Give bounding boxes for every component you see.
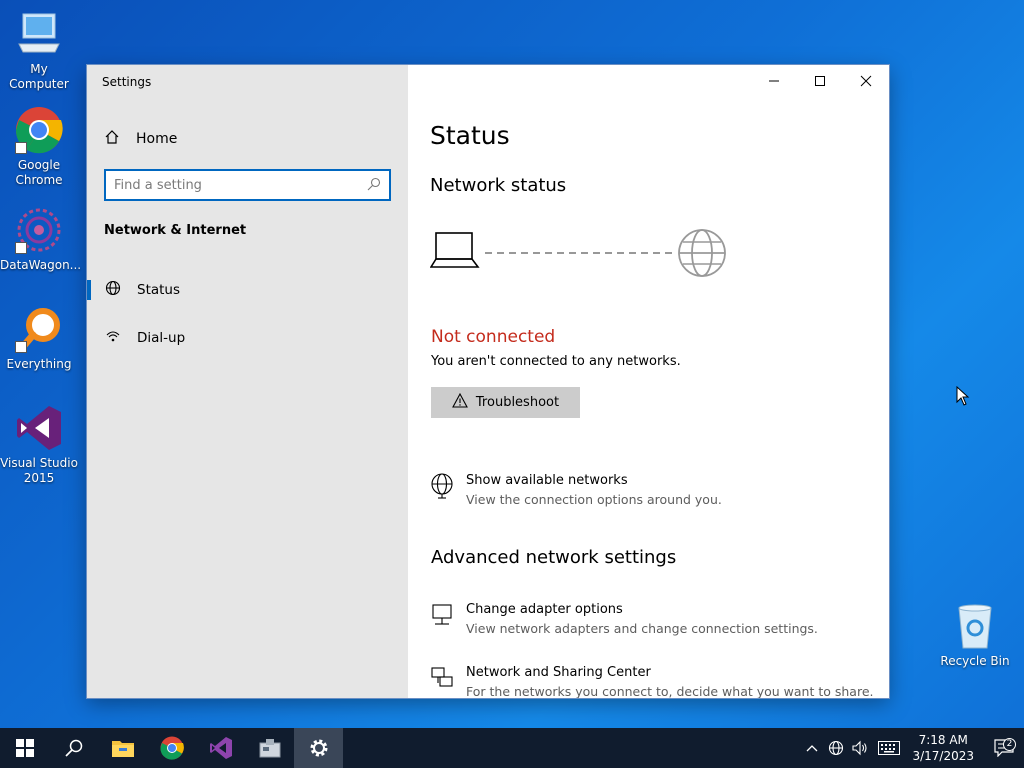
datawagon-icon (15, 206, 63, 254)
desktop-icon-label: Everything (6, 357, 72, 371)
speaker-icon (852, 740, 868, 756)
visual-studio-icon (15, 404, 63, 452)
desktop-icon-everything[interactable]: Everything (0, 305, 78, 372)
tray-overflow-button[interactable] (800, 744, 824, 752)
show-available-networks-link[interactable]: Show available networks View the connect… (430, 473, 722, 507)
chrome-icon (159, 736, 184, 760)
taskbar-search-button[interactable] (49, 728, 98, 768)
minimize-icon (769, 80, 779, 82)
tray-network-button[interactable] (824, 740, 848, 756)
computer-icon (15, 10, 63, 58)
taskbar-app[interactable] (245, 728, 294, 768)
gear-icon (310, 739, 327, 757)
sharing-desc: For the networks you connect to, decide … (466, 684, 874, 698)
section-title: Network & Internet (104, 223, 247, 238)
sidebar: Settings Home Network & Internet Status (87, 65, 408, 698)
warning-icon (451, 392, 468, 412)
clock[interactable]: 7:18 AM 3/17/2023 (912, 732, 974, 764)
tray-volume-button[interactable] (848, 740, 872, 756)
shortcut-arrow-icon (15, 142, 27, 154)
notification-count-badge: 2 (1003, 738, 1016, 751)
recycle-bin-icon (951, 602, 999, 650)
search-input[interactable] (114, 177, 367, 193)
desktop-icon-label: DataWagon... (0, 258, 82, 272)
sidebar-home[interactable]: Home (104, 129, 177, 149)
adapter-title: Change adapter options (466, 602, 623, 617)
troubleshoot-label: Troubleshoot (475, 395, 560, 410)
sidebar-item-label: Status (137, 282, 181, 298)
clock-date: 3/17/2023 (912, 749, 974, 763)
network-sharing-center-link[interactable]: Network and Sharing Center For the netwo… (430, 665, 874, 698)
folder-icon (111, 741, 134, 757)
advanced-settings-heading: Advanced network settings (431, 547, 677, 568)
shortcut-arrow-icon (15, 242, 27, 254)
chevron-up-icon (807, 745, 818, 752)
visual-studio-icon (209, 737, 232, 759)
show-networks-desc: View the connection options around you. (466, 492, 722, 507)
maximize-icon (815, 76, 825, 86)
globe-icon (829, 740, 844, 756)
home-label: Home (136, 131, 178, 147)
adapter-desc: View network adapters and change connect… (466, 621, 818, 636)
minimize-button[interactable] (751, 65, 797, 97)
desktop-icon-google-chrome[interactable]: Google Chrome (0, 106, 78, 188)
magnifier-icon (15, 305, 63, 353)
network-status-heading: Network status (430, 175, 567, 196)
settings-window: Settings Home Network & Internet Status (87, 65, 889, 698)
shortcut-arrow-icon (15, 341, 27, 353)
action-center-button[interactable]: 2 (984, 738, 1024, 757)
show-networks-title: Show available networks (466, 473, 628, 488)
desktop-icon-label: Recycle Bin (940, 654, 1010, 668)
keyboard-icon (878, 741, 901, 755)
close-button[interactable] (843, 65, 889, 97)
desktop-icon-my-computer[interactable]: My Computer (0, 10, 78, 92)
sidebar-item-label: Dial-up (137, 330, 186, 346)
search-icon (367, 176, 381, 195)
clock-time: 7:18 AM (918, 733, 968, 747)
sidebar-item-dialup[interactable]: Dial-up (87, 318, 408, 358)
change-adapter-options-link[interactable]: Change adapter options View network adap… (430, 602, 818, 636)
globe-icon (105, 280, 121, 300)
desktop-icon-visual-studio[interactable]: Visual Studio 2015 (0, 404, 78, 486)
mouse-cursor-icon (956, 385, 970, 410)
package-icon (259, 739, 280, 758)
troubleshoot-button[interactable]: Troubleshoot (431, 387, 580, 418)
caption-buttons (751, 65, 889, 97)
sidebar-item-status[interactable]: Status (87, 270, 408, 310)
dialup-icon (105, 328, 121, 348)
system-tray: 7:18 AM 3/17/2023 2 (800, 728, 1024, 768)
taskbar-visual-studio[interactable] (196, 728, 245, 768)
main-content: Status Network status Not connected You (408, 65, 889, 698)
internet-globe-icon (678, 229, 726, 277)
desktop-icon-recycle-bin[interactable]: Recycle Bin (936, 602, 1014, 669)
sharing-title: Network and Sharing Center (466, 665, 651, 680)
network-globe-icon (430, 473, 456, 507)
chrome-icon (15, 106, 63, 154)
desktop-icon-label: My Computer (9, 62, 69, 91)
page-title: Status (430, 121, 510, 150)
search-icon (64, 739, 82, 757)
desktop-icon-datawagon[interactable]: DataWagon... (0, 206, 82, 273)
connection-state-desc: You aren't connected to any networks. (431, 354, 681, 369)
home-icon (104, 129, 120, 149)
network-diagram (429, 225, 730, 285)
windows-logo-icon (15, 739, 34, 757)
taskbar: 7:18 AM 3/17/2023 2 (0, 728, 1024, 768)
window-title: Settings (102, 75, 152, 89)
close-icon (860, 75, 872, 87)
taskbar-chrome[interactable] (147, 728, 196, 768)
adapter-icon (430, 602, 456, 636)
maximize-button[interactable] (797, 65, 843, 97)
taskbar-file-explorer[interactable] (98, 728, 147, 768)
taskbar-settings[interactable] (294, 728, 343, 768)
search-box[interactable] (104, 169, 391, 201)
laptop-icon (429, 232, 480, 268)
sharing-center-icon (430, 665, 456, 698)
desktop-icon-label: Google Chrome (15, 158, 63, 187)
tray-keyboard-button[interactable] (872, 741, 906, 755)
desktop-icon-label: Visual Studio 2015 (0, 456, 78, 485)
connection-state: Not connected (431, 327, 556, 347)
start-button[interactable] (0, 728, 49, 768)
